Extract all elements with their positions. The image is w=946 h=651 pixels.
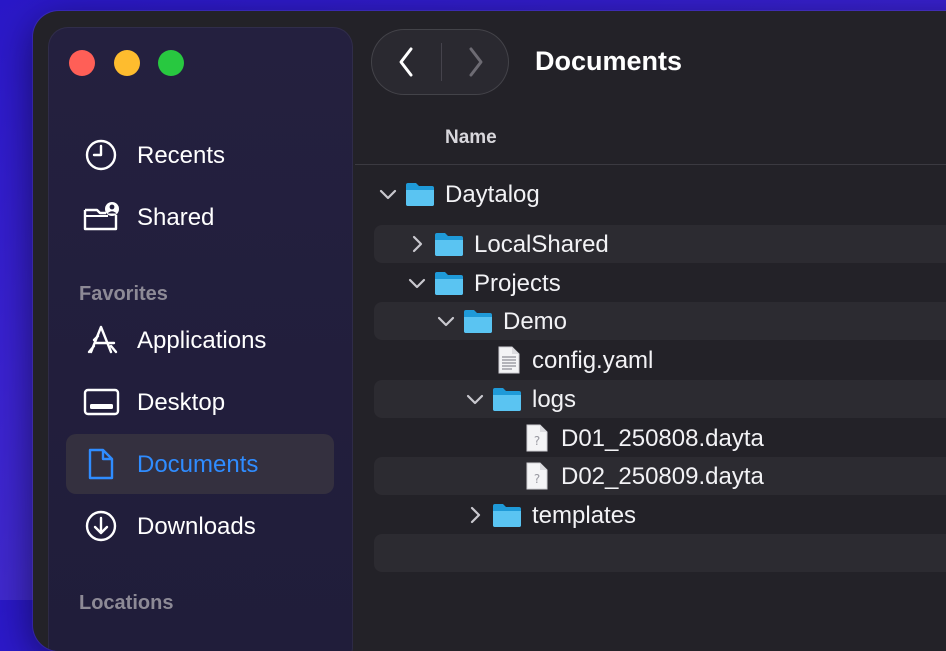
file-name: D02_250809.dayta [561, 463, 764, 490]
chevron-down-icon[interactable] [465, 389, 485, 409]
sidebar-item-shared[interactable]: Shared [66, 187, 334, 247]
sidebar-item-label: Shared [137, 204, 215, 231]
text-file-icon [498, 346, 520, 374]
file-name: Projects [474, 270, 561, 297]
sidebar-item-applications[interactable]: Applications [66, 310, 334, 370]
name-column-header[interactable]: Name [445, 127, 497, 149]
finder-window: Recents Shared Favorites Applications De… [33, 11, 946, 651]
favorites-section-title: Favorites [79, 283, 168, 305]
svg-text:?: ? [534, 434, 540, 448]
file-name: D01_250808.dayta [561, 425, 764, 452]
sidebar-item-downloads[interactable]: Downloads [66, 496, 334, 556]
list-item[interactable]: Demo [374, 302, 946, 340]
folder-icon [435, 233, 463, 256]
locations-section-title: Locations [79, 592, 174, 614]
sidebar-item-label: Desktop [137, 389, 226, 416]
chevron-right-icon[interactable] [465, 505, 485, 525]
shared-folder-icon [83, 202, 119, 231]
list-item[interactable]: config.yaml [374, 341, 946, 379]
navigation-buttons [371, 29, 509, 95]
unknown-file-icon: ? [526, 462, 548, 490]
empty-row [374, 534, 946, 572]
desktop-icon [83, 388, 120, 416]
back-button[interactable] [389, 43, 425, 81]
sidebar-item-label: Downloads [137, 513, 256, 540]
forward-button[interactable] [457, 43, 493, 81]
sidebar-item-label: Recents [137, 142, 226, 169]
list-item[interactable]: Daytalog [374, 175, 946, 213]
list-item[interactable]: LocalShared [374, 225, 946, 263]
file-name: Demo [503, 308, 568, 335]
list-item[interactable]: ? D02_250809.dayta [374, 457, 946, 495]
file-name: LocalShared [474, 231, 609, 258]
nav-divider [441, 43, 442, 81]
folder-icon [406, 183, 434, 206]
folder-icon [435, 272, 463, 295]
minimize-window-button[interactable] [114, 50, 140, 76]
chevron-down-icon[interactable] [407, 273, 427, 293]
clock-icon [85, 139, 117, 171]
folder-icon [493, 504, 521, 527]
folder-icon [493, 388, 521, 411]
sidebar-item-label: Documents [137, 451, 259, 478]
document-icon [88, 448, 114, 480]
chevron-right-icon[interactable] [407, 234, 427, 254]
list-item[interactable]: logs [374, 380, 946, 418]
sidebar-item-label: Applications [137, 327, 267, 354]
sidebar-item-recents[interactable]: Recents [66, 125, 334, 185]
file-name: templates [532, 502, 637, 529]
chevron-down-icon[interactable] [436, 311, 456, 331]
file-name: config.yaml [532, 347, 654, 374]
sidebar: Recents Shared Favorites Applications De… [48, 27, 353, 651]
unknown-file-icon: ? [526, 424, 548, 452]
zoom-window-button[interactable] [158, 50, 184, 76]
sidebar-item-documents[interactable]: Documents [66, 434, 334, 494]
list-item[interactable]: templates [374, 496, 946, 534]
svg-text:?: ? [534, 472, 540, 486]
applications-icon [87, 325, 118, 354]
download-icon [85, 510, 117, 542]
folder-icon [464, 310, 492, 333]
chevron-down-icon[interactable] [378, 184, 398, 204]
close-window-button[interactable] [69, 50, 95, 76]
list-item[interactable]: ? D01_250808.dayta [374, 419, 946, 457]
sidebar-item-desktop[interactable]: Desktop [66, 372, 334, 432]
list-item[interactable]: Projects [374, 264, 946, 302]
window-title: Documents [535, 46, 683, 76]
header-divider [355, 164, 946, 165]
file-name: Daytalog [445, 181, 540, 208]
file-name: logs [532, 386, 577, 413]
